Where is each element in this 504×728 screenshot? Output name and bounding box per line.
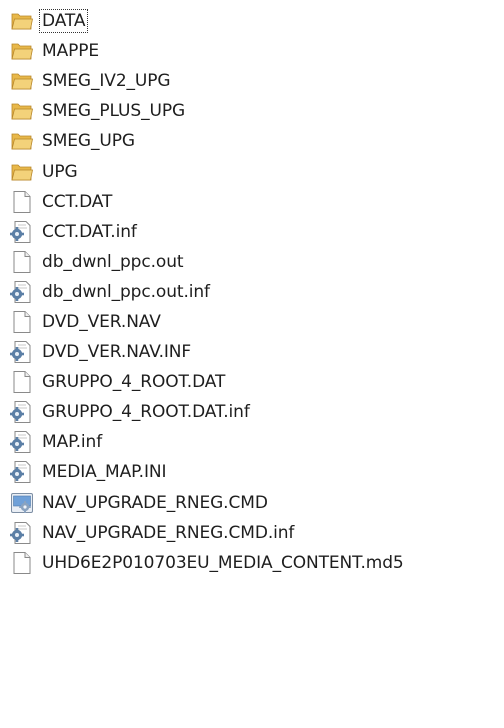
item-name: GRUPPO_4_ROOT.DAT [42, 372, 226, 393]
settings-file-icon [9, 279, 35, 305]
item-name: DATA [38, 9, 89, 34]
file-item[interactable]: DVD_VER.NAV [0, 307, 504, 337]
file-icon [9, 369, 35, 395]
file-item[interactable]: MAP.inf [0, 427, 504, 457]
file-item[interactable]: MEDIA_MAP.INI [0, 457, 504, 487]
item-name: SMEG_UPG [42, 131, 135, 152]
item-name: MAPPE [42, 41, 100, 62]
folder-item[interactable]: SMEG_PLUS_UPG [0, 96, 504, 126]
item-name: MEDIA_MAP.INI [42, 462, 167, 483]
folder-icon [9, 159, 35, 185]
folder-item[interactable]: DATA [0, 6, 504, 36]
item-name: NAV_UPGRADE_RNEG.CMD [42, 492, 268, 513]
settings-file-icon [9, 459, 35, 485]
folder-item[interactable]: SMEG_IV2_UPG [0, 66, 504, 96]
folder-item[interactable]: UPG [0, 156, 504, 186]
folder-item[interactable]: MAPPE [0, 36, 504, 66]
file-item[interactable]: NAV_UPGRADE_RNEG.CMD [0, 488, 504, 518]
file-icon [9, 550, 35, 576]
item-name: GRUPPO_4_ROOT.DAT.inf [42, 402, 250, 423]
item-name: db_dwnl_ppc.out [42, 251, 184, 272]
file-item[interactable]: UHD6E2P010703EU_MEDIA_CONTENT.md5 [0, 548, 504, 578]
file-item[interactable]: db_dwnl_ppc.out [0, 247, 504, 277]
folder-item[interactable]: SMEG_UPG [0, 126, 504, 156]
item-name: NAV_UPGRADE_RNEG.CMD.inf [42, 522, 295, 543]
file-item[interactable]: CCT.DAT [0, 187, 504, 217]
file-item[interactable]: GRUPPO_4_ROOT.DAT.inf [0, 397, 504, 427]
item-name: db_dwnl_ppc.out.inf [42, 281, 210, 302]
item-name: UHD6E2P010703EU_MEDIA_CONTENT.md5 [42, 552, 404, 573]
settings-file-icon [9, 429, 35, 455]
folder-icon [9, 8, 35, 34]
file-item[interactable]: NAV_UPGRADE_RNEG.CMD.inf [0, 518, 504, 548]
file-item[interactable]: DVD_VER.NAV.INF [0, 337, 504, 367]
command-script-icon [9, 490, 35, 516]
folder-icon [9, 68, 35, 94]
item-name: DVD_VER.NAV [42, 311, 161, 332]
file-item[interactable]: db_dwnl_ppc.out.inf [0, 277, 504, 307]
item-name: CCT.DAT.inf [42, 221, 137, 242]
settings-file-icon [9, 520, 35, 546]
settings-file-icon [9, 399, 35, 425]
settings-file-icon [9, 339, 35, 365]
file-list: DATA MAPPE SMEG_IV2_UPG SMEG_PLUS_UPG SM… [0, 6, 504, 578]
file-item[interactable]: GRUPPO_4_ROOT.DAT [0, 367, 504, 397]
item-name: CCT.DAT [42, 191, 113, 212]
file-item[interactable]: CCT.DAT.inf [0, 217, 504, 247]
settings-file-icon [9, 219, 35, 245]
file-icon [9, 249, 35, 275]
file-icon [9, 189, 35, 215]
folder-icon [9, 98, 35, 124]
folder-icon [9, 128, 35, 154]
item-name: SMEG_PLUS_UPG [42, 101, 186, 122]
folder-icon [9, 38, 35, 64]
item-name: SMEG_IV2_UPG [42, 71, 171, 92]
item-name: MAP.inf [42, 432, 103, 453]
item-name: UPG [42, 161, 78, 182]
file-icon [9, 309, 35, 335]
item-name: DVD_VER.NAV.INF [42, 342, 192, 363]
